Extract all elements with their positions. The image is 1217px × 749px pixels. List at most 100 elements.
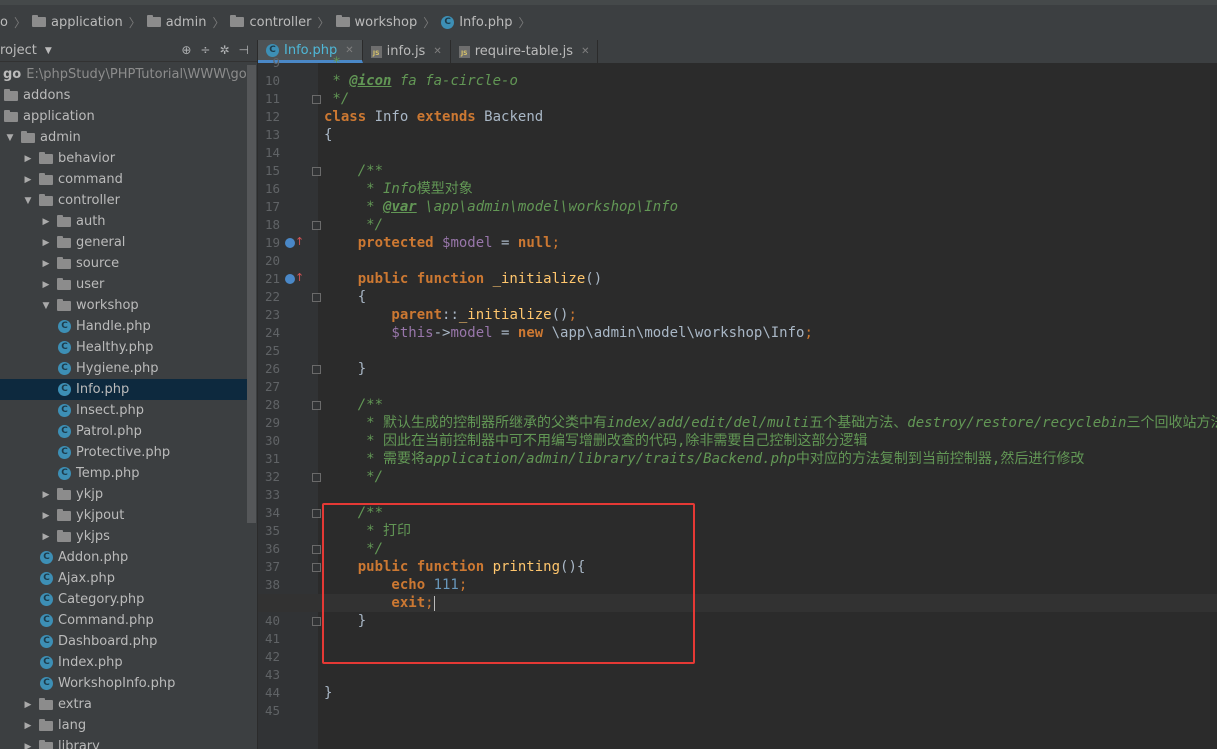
code-line: */ [324,216,1217,234]
fold-icon[interactable] [312,365,321,374]
fold-icon[interactable] [312,563,321,572]
tree-item[interactable]: application [0,106,247,127]
tree-item[interactable]: C Healthy.php [0,337,247,358]
chevron-right-icon[interactable]: ▶ [22,721,34,731]
breadcrumb-item[interactable]: controller 〉 [230,14,330,31]
tree-item[interactable]: C Dashboard.php [0,631,247,652]
tree-item[interactable]: C Addon.php [0,547,247,568]
tree-item[interactable]: ▶ extra [0,694,247,715]
fold-icon[interactable] [312,509,321,518]
fold-icon[interactable] [312,401,321,410]
chevron-right-icon: 〉 [518,15,531,30]
fold-icon[interactable] [312,95,321,104]
chevron-right-icon[interactable]: ▶ [22,700,34,710]
tree-item[interactable]: ▼ controller [0,190,247,211]
tree-item[interactable]: ▶ general [0,232,247,253]
fold-icon[interactable] [312,293,321,302]
tree-item[interactable]: addons [0,85,247,106]
tree-item[interactable]: C Index.php [0,652,247,673]
locate-icon[interactable]: ⊕ [181,43,191,57]
code-token: /** [324,397,384,413]
code-token: { [324,289,367,305]
code-line: * 因此在当前控制器中可不用编写增删改查的代码,除非需要自己控制这部分逻辑 [324,432,1217,450]
fold-icon[interactable] [312,617,321,626]
project-tree-scrollbar[interactable] [247,65,256,523]
tree-item[interactable]: C Patrol.php [0,421,247,442]
code-line: { [324,126,1217,144]
tree-item[interactable]: C Temp.php [0,463,247,484]
tree-item[interactable]: C WorkshopInfo.php [0,673,247,694]
line-number: 12 [264,109,280,124]
tree-item[interactable]: ▶ library [0,736,247,749]
breadcrumb-item[interactable]: C Info.php 〉 [441,14,531,31]
line-number: 27 [264,379,280,394]
tree-item[interactable]: ▶ lang [0,715,247,736]
tree-item[interactable]: C Insect.php [0,400,247,421]
folder-icon [39,739,53,749]
project-panel-header[interactable]: roject ▼ ⊕ ÷ ✲ ⊣ [0,40,257,62]
tree-item[interactable]: ▼ workshop [0,295,247,316]
code-token: parent [324,307,443,323]
chevron-down-icon[interactable]: ▼ [45,46,52,56]
chevron-right-icon[interactable]: ▶ [40,490,52,500]
tree-item[interactable]: C Command.php [0,610,247,631]
tree-item[interactable]: ▶ ykjps [0,526,247,547]
chevron-right-icon: 〉 [128,15,141,30]
arrow-up-icon: ↑ [295,235,305,248]
chevron-down-icon[interactable]: ▼ [22,196,34,206]
chevron-right-icon: 〉 [423,15,436,30]
line-number: 24 [264,325,280,340]
code-token: * [324,55,341,71]
collapse-all-icon[interactable]: ÷ [200,43,210,57]
tree-item[interactable]: ▶ ykjp [0,484,247,505]
tree-item[interactable]: C Hygiene.php [0,358,247,379]
tree-item[interactable]: C Protective.php [0,442,247,463]
tree-item[interactable]: C Category.php [0,589,247,610]
tree-item[interactable]: C Handle.php [0,316,247,337]
tree-item[interactable]: ▶ behavior [0,148,247,169]
chevron-right-icon[interactable]: ▶ [22,742,34,749]
override-marker-icon[interactable] [285,238,295,248]
chevron-down-icon[interactable]: ▼ [40,301,52,311]
chevron-down-icon[interactable]: ▼ [4,133,16,143]
line-number: 17 [264,199,280,214]
override-marker-icon[interactable] [285,274,295,284]
chevron-right-icon[interactable]: ▶ [22,154,34,164]
chevron-right-icon[interactable]: ▶ [40,280,52,290]
code-token: 五个基础方法、 [809,415,908,431]
chevron-right-icon[interactable]: ▶ [40,217,52,227]
breadcrumb-item[interactable]: o 〉 [0,14,26,31]
folder-icon [57,298,71,311]
tree-item[interactable]: C Ajax.php [0,568,247,589]
breadcrumb-item[interactable]: admin 〉 [146,14,224,31]
breadcrumb-item[interactable]: application 〉 [31,14,141,31]
line-number: 11 [264,91,280,106]
fold-icon[interactable] [312,473,321,482]
tree-item[interactable]: C Info.php [0,379,247,400]
fold-icon[interactable] [312,167,321,176]
fold-icon[interactable] [312,545,321,554]
chevron-right-icon[interactable]: ▶ [40,532,52,542]
hide-panel-icon[interactable]: ⊣ [239,43,249,57]
chevron-right-icon[interactable]: ▶ [22,175,34,185]
breadcrumb-item[interactable]: workshop 〉 [335,14,436,31]
php-class-icon: C [40,635,53,648]
chevron-right-icon[interactable]: ▶ [40,511,52,521]
tree-item[interactable]: ▶ source [0,253,247,274]
tree-item[interactable]: ▶ user [0,274,247,295]
breadcrumb-label: Info.php [459,14,513,30]
tree-item[interactable]: ▼ admin [0,127,247,148]
tree-item[interactable]: ▶ command [0,169,247,190]
tree-item[interactable]: go E:\phpStudy\PHPTutorial\WWW\go [0,64,247,85]
chevron-right-icon[interactable]: ▶ [40,259,52,269]
folder-icon [230,15,245,27]
fold-icon[interactable] [312,221,321,230]
tree-item[interactable]: ▶ ykjpout [0,505,247,526]
chevron-right-icon[interactable]: ▶ [40,238,52,248]
tree-item[interactable]: ▶ auth [0,211,247,232]
gear-icon[interactable]: ✲ [219,43,229,57]
project-panel-title[interactable]: roject [0,43,37,58]
code-token: 三个回收站方法 [1126,415,1217,431]
code-line: * Info模型对象 [324,180,1217,198]
